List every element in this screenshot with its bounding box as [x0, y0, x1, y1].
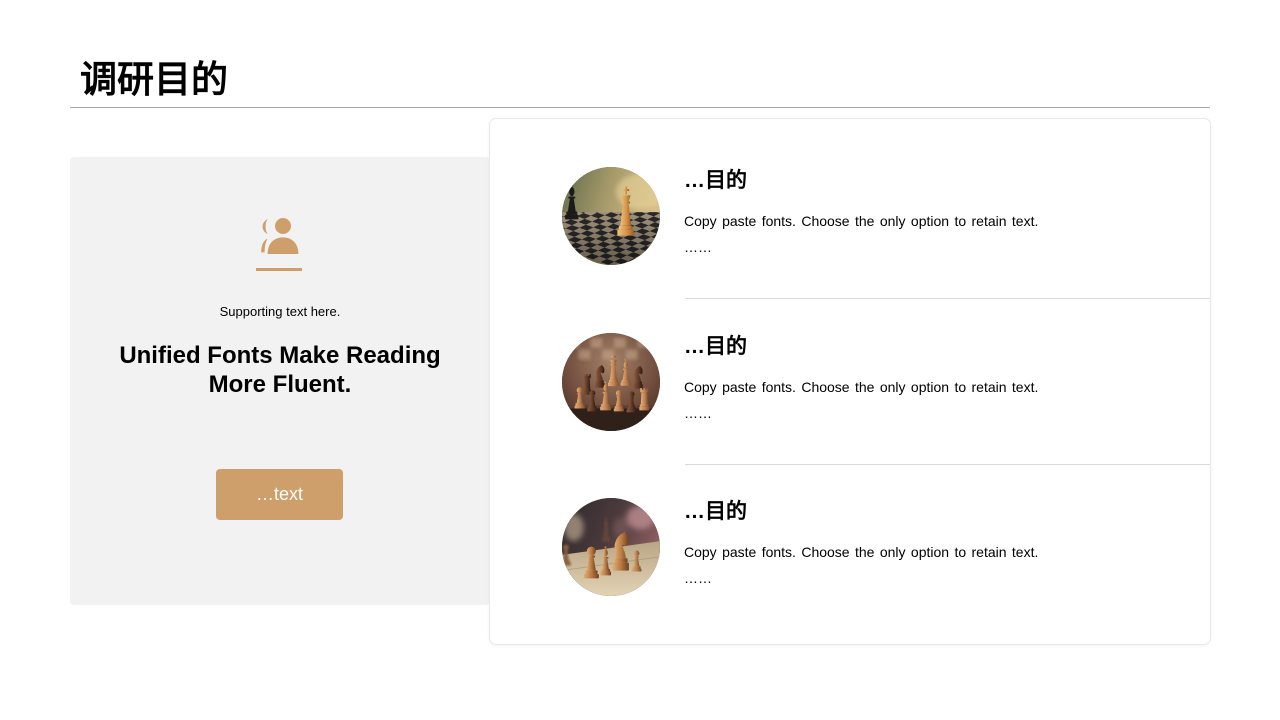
- list-item: …目的 Copy paste fonts. Choose the only op…: [490, 333, 1210, 465]
- item-heading: …目的: [684, 335, 747, 358]
- icon-underline: [256, 268, 302, 271]
- supporting-text: Supporting text here.: [219, 304, 341, 319]
- item-description: Copy paste fonts. Choose the only option…: [684, 544, 1039, 560]
- intro-panel: Supporting text here. Unified Fonts Make…: [70, 157, 490, 605]
- item-divider: [685, 298, 1210, 299]
- chess-photo: [562, 333, 660, 431]
- list-item: …目的 Copy paste fonts. Choose the only op…: [490, 167, 1210, 299]
- item-heading: …目的: [684, 500, 747, 523]
- item-description: Copy paste fonts. Choose the only option…: [684, 213, 1039, 229]
- item-ellipsis: ……: [684, 405, 712, 421]
- chess-photo: [562, 167, 660, 265]
- item-ellipsis: ……: [684, 570, 712, 586]
- item-divider: [685, 464, 1210, 465]
- user-group-icon: [261, 218, 299, 254]
- slide-title: 调研目的: [80, 59, 228, 100]
- purpose-list-card: …目的 Copy paste fonts. Choose the only op…: [490, 119, 1210, 644]
- item-description: Copy paste fonts. Choose the only option…: [684, 379, 1039, 395]
- panel-headline: Unified Fonts Make Reading More Fluent.: [119, 342, 441, 398]
- chess-photo: [562, 498, 660, 596]
- item-ellipsis: ……: [684, 239, 712, 255]
- title-divider: [70, 107, 1210, 108]
- text-button[interactable]: …text: [216, 469, 343, 520]
- list-item: …目的 Copy paste fonts. Choose the only op…: [490, 498, 1210, 630]
- item-heading: …目的: [684, 169, 747, 192]
